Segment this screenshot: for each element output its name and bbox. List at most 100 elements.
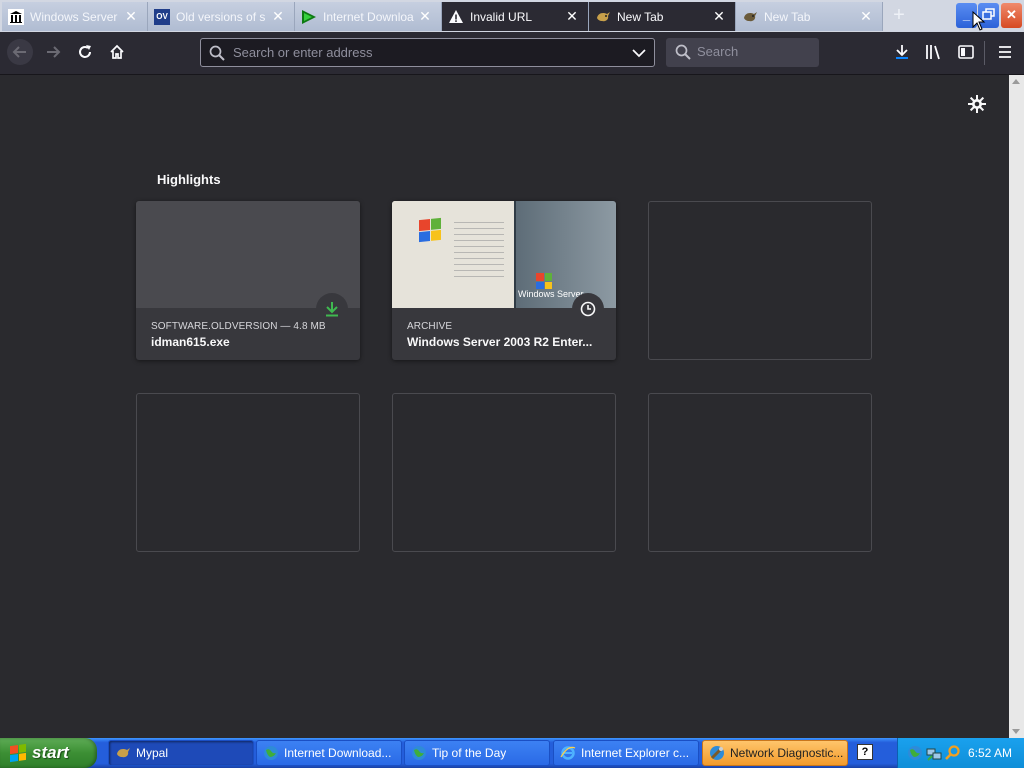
- taskbar-item-label: Tip of the Day: [432, 746, 507, 760]
- highlight-card-archive[interactable]: Windows Server ARCHIVE Windows Server 20…: [392, 201, 616, 360]
- tab-strip: Windows Server ✕ OV Old versions of s ✕ …: [0, 0, 1024, 32]
- firefox-pet-icon: [595, 9, 611, 25]
- windows-logo-icon: [419, 217, 441, 243]
- taskbar-item-label: Network Diagnostic...: [730, 746, 844, 760]
- library-button[interactable]: [921, 39, 947, 65]
- sidebar-icon: [958, 45, 974, 59]
- sidebar-toggle-button[interactable]: [953, 39, 979, 65]
- taskbar-item-label: Mypal: [136, 746, 169, 760]
- mypal-icon: [115, 745, 131, 761]
- tab-new-tab-active[interactable]: New Tab ✕: [589, 2, 736, 31]
- card-title: Windows Server 2003 R2 Enter...: [407, 335, 593, 349]
- close-tab-icon[interactable]: ✕: [565, 8, 579, 25]
- taskbar-item-internet-explorer[interactable]: Internet Explorer c...: [553, 740, 699, 766]
- taskbar-item-internet-download[interactable]: Internet Download...: [256, 740, 402, 766]
- taskbar-item-label: Internet Download...: [284, 746, 392, 760]
- address-input[interactable]: [233, 39, 623, 66]
- highlights-title: Highlights: [157, 172, 221, 187]
- nav-toolbar: [0, 32, 1024, 75]
- downloads-button[interactable]: [889, 39, 915, 65]
- close-window-button[interactable]: ✕: [1001, 3, 1022, 28]
- library-icon: [926, 45, 940, 60]
- oldversion-icon-text: OV: [156, 12, 168, 21]
- search-bar[interactable]: [666, 38, 819, 67]
- thumbnail-text-lines: [454, 217, 504, 277]
- close-tab-icon[interactable]: ✕: [859, 8, 873, 25]
- tab-new-tab[interactable]: New Tab ✕: [736, 2, 883, 31]
- search-icon: [209, 45, 225, 61]
- tab-invalid-url[interactable]: Invalid URL ✕: [442, 2, 589, 31]
- scroll-up-arrow-icon[interactable]: [1012, 79, 1020, 84]
- close-tab-icon[interactable]: ✕: [271, 8, 285, 25]
- network-diag-icon: [709, 745, 725, 761]
- home-button[interactable]: [104, 39, 130, 65]
- close-tab-icon[interactable]: ✕: [418, 8, 432, 25]
- windows-logo-icon: [536, 273, 552, 289]
- search-input[interactable]: [697, 38, 812, 65]
- thumbnail-caption: Windows Server: [518, 289, 584, 299]
- search-icon: [675, 44, 691, 60]
- vertical-scrollbar[interactable]: [1009, 75, 1024, 738]
- ie-icon: [560, 745, 576, 761]
- new-tab-plus-icon[interactable]: +: [887, 4, 911, 28]
- new-tab-page: Highlights SOFTWARE.OLDVERSION — 4.8 MB …: [0, 75, 1009, 738]
- network-globe-icon[interactable]: [907, 745, 923, 761]
- highlight-placeholder: [648, 393, 872, 552]
- tab-old-versions[interactable]: OV Old versions of s ✕: [148, 2, 295, 31]
- tab-label: Invalid URL: [470, 9, 533, 24]
- forward-button[interactable]: [40, 39, 66, 65]
- taskbar-clock[interactable]: 6:52 AM: [968, 746, 1012, 760]
- help-button[interactable]: ?: [857, 744, 873, 760]
- tab-label: Windows Server: [30, 9, 118, 24]
- taskbar-item-tip-of-the-day[interactable]: Tip of the Day: [404, 740, 550, 766]
- taskbar-item-network-diagnostic[interactable]: Network Diagnostic...: [702, 740, 848, 766]
- tab-windows-server[interactable]: Windows Server ✕: [2, 2, 148, 31]
- start-button[interactable]: start: [0, 738, 97, 768]
- taskbar: start Mypal Internet Download... Tip of …: [0, 738, 1024, 768]
- home-icon: [110, 44, 124, 59]
- highlight-card-download[interactable]: SOFTWARE.OLDVERSION — 4.8 MB idman615.ex…: [136, 201, 360, 360]
- download-icon: [326, 302, 338, 317]
- archive-icon: [8, 8, 24, 25]
- card-title: idman615.exe: [151, 335, 230, 349]
- tab-label: Old versions of s: [176, 9, 266, 24]
- reload-icon: [79, 45, 91, 58]
- close-tab-icon[interactable]: ✕: [124, 8, 138, 25]
- scroll-down-arrow-icon[interactable]: [1012, 729, 1020, 734]
- oldversion-icon: OV: [154, 8, 170, 25]
- chevron-down-icon[interactable]: [632, 46, 646, 60]
- card-badge: [572, 293, 604, 325]
- tab-label: New Tab: [617, 9, 664, 24]
- search-magnifier-icon[interactable]: [945, 745, 961, 761]
- idm-icon: [301, 9, 317, 25]
- forward-arrow-icon: [47, 46, 61, 58]
- taskbar-item-mypal[interactable]: Mypal: [108, 740, 254, 766]
- start-label: start: [32, 743, 69, 762]
- tab-label: Internet Downloa: [323, 9, 414, 24]
- mouse-cursor-icon: [972, 11, 986, 31]
- tip-globe-icon: [411, 745, 427, 761]
- reload-button[interactable]: [72, 39, 98, 65]
- close-icon: ✕: [1006, 7, 1017, 22]
- windows-flag-icon: [10, 743, 26, 763]
- minimize-icon: _: [962, 7, 971, 22]
- toolbar-divider: [984, 41, 985, 65]
- tab-internet-download[interactable]: Internet Downloa ✕: [295, 2, 442, 31]
- back-arrow-icon: [12, 46, 26, 58]
- settings-gear-icon[interactable]: [968, 95, 986, 113]
- close-tab-icon[interactable]: ✕: [712, 8, 726, 25]
- taskbar-item-label: Internet Explorer c...: [581, 746, 690, 760]
- card-context: ARCHIVE: [407, 321, 453, 332]
- highlight-placeholder: [392, 393, 616, 552]
- tab-label: New Tab: [764, 9, 811, 24]
- warning-icon: [448, 9, 464, 25]
- card-context: SOFTWARE.OLDVERSION — 4.8 MB: [151, 321, 326, 332]
- network-connection-icon[interactable]: [926, 745, 942, 761]
- highlight-placeholder: [648, 201, 872, 360]
- address-bar[interactable]: [200, 38, 655, 67]
- card-thumbnail: Windows Server: [392, 201, 616, 308]
- back-button[interactable]: [7, 39, 33, 65]
- firefox-pet-icon: [742, 9, 758, 25]
- menu-button[interactable]: [992, 39, 1018, 65]
- highlight-placeholder: [136, 393, 360, 552]
